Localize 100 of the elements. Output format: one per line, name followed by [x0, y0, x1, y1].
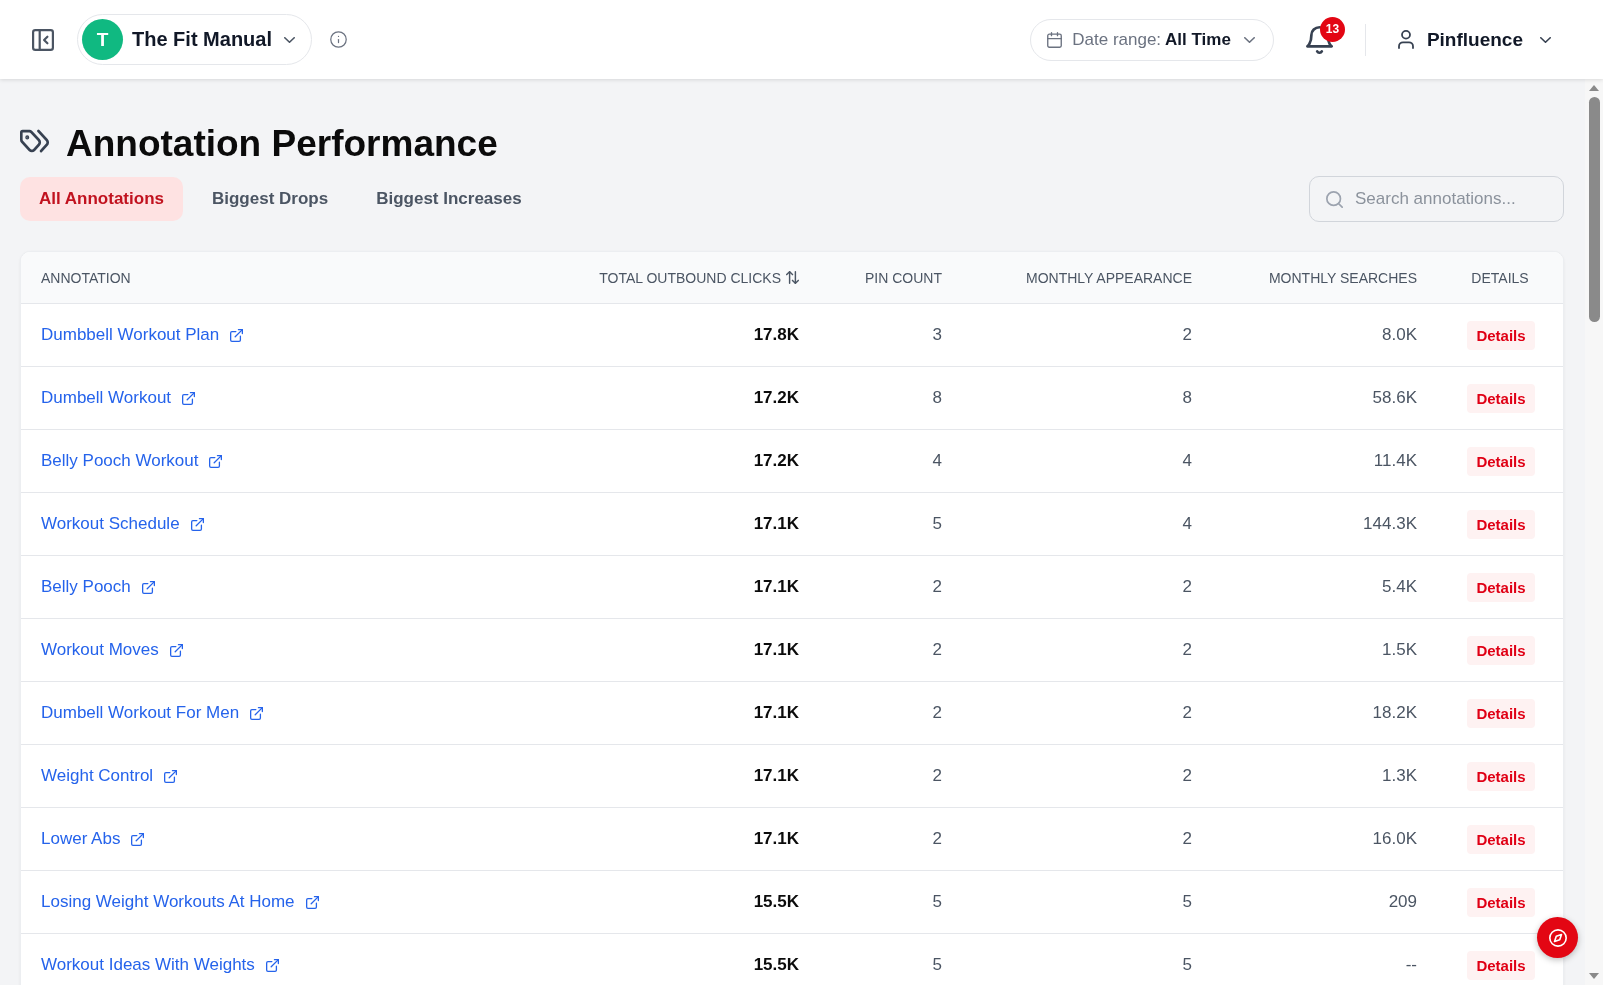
table-cell: 17.1K	[753, 703, 799, 723]
table-cell: 17.8K	[753, 325, 799, 345]
table-cell: 3	[932, 325, 942, 345]
external-link-icon[interactable]	[250, 706, 264, 720]
table-cell: 17.2K	[753, 451, 799, 471]
table-cell: 58.6K	[1372, 388, 1417, 408]
table-cell: 4	[1182, 451, 1192, 471]
table-cell: 2	[1182, 325, 1192, 345]
external-link-icon[interactable]	[265, 958, 279, 972]
chevron-down-icon[interactable]	[1540, 36, 1551, 43]
external-link-icon[interactable]	[209, 454, 223, 468]
table-cell: 18.2K	[1372, 703, 1417, 723]
annotation-link[interactable]: Dumbell Workout	[41, 388, 196, 408]
table-cell: 17.1K	[753, 766, 799, 786]
user-icon	[1397, 30, 1414, 49]
table-cell: --	[1405, 955, 1417, 975]
external-link-icon[interactable]	[169, 643, 183, 657]
workspace-selector[interactable]: T The Fit Manual	[77, 14, 312, 65]
annotation-link[interactable]: Belly Pooch	[41, 577, 155, 597]
column-header: DETAILS	[1471, 269, 1529, 286]
details-button[interactable]: Details	[1467, 320, 1535, 350]
info-icon[interactable]	[330, 31, 347, 48]
column-header[interactable]: TOTAL OUTBOUND CLICKS	[599, 269, 799, 286]
external-link-icon[interactable]	[230, 328, 244, 342]
tab[interactable]: Biggest Drops	[192, 177, 348, 221]
details-button[interactable]: Details	[1467, 509, 1535, 539]
external-link-icon[interactable]	[141, 580, 155, 594]
table-cell: 16.0K	[1372, 829, 1417, 849]
annotation-link[interactable]: Losing Weight Workouts At Home	[41, 892, 319, 912]
table-cell: 2	[1182, 766, 1192, 786]
sidebar-toggle-icon[interactable]	[32, 28, 54, 51]
table-cell: 2	[932, 703, 942, 723]
table-cell: 2	[932, 829, 942, 849]
table-cell: 2	[1182, 640, 1192, 660]
annotation-link[interactable]: Dumbbell Workout Plan	[41, 325, 244, 345]
table-cell: 15.5K	[753, 892, 799, 912]
table-cell: 17.1K	[753, 640, 799, 660]
search-field[interactable]: Search annotations...	[1309, 176, 1564, 222]
tags-icon	[20, 129, 49, 153]
date-range-selector[interactable]: Date range: All Time	[1030, 18, 1274, 61]
column-header: PIN COUNT	[865, 269, 942, 286]
table-cell: 5	[1182, 892, 1192, 912]
table-cell: 17.1K	[753, 577, 799, 597]
tab[interactable]: All Annotations	[20, 177, 183, 221]
column-header: ANNOTATION	[41, 269, 131, 286]
annotation-link[interactable]: Workout Moves	[41, 640, 183, 660]
table-cell: 8.0K	[1382, 325, 1417, 345]
external-link-icon[interactable]	[164, 769, 178, 783]
details-button[interactable]: Details	[1467, 887, 1535, 917]
annotation-link[interactable]: Workout Ideas With Weights	[41, 955, 279, 975]
table-cell: 5.4K	[1382, 577, 1417, 597]
details-button[interactable]: Details	[1467, 698, 1535, 728]
table-cell: 17.1K	[753, 829, 799, 849]
table-cell: 17.2K	[753, 388, 799, 408]
external-link-icon[interactable]	[182, 391, 196, 405]
chevron-down-icon[interactable]	[284, 36, 295, 43]
details-button[interactable]: Details	[1467, 761, 1535, 791]
table-cell: 144.3K	[1363, 514, 1417, 534]
table-cell: 2	[932, 640, 942, 660]
scroll-up-arrow-icon[interactable]	[1589, 85, 1599, 91]
table-cell: 2	[1182, 703, 1192, 723]
details-button[interactable]: Details	[1467, 950, 1535, 980]
chevron-down-icon[interactable]	[1243, 36, 1255, 43]
table-cell: 5	[932, 892, 942, 912]
table-cell: 8	[1182, 388, 1192, 408]
annotation-link[interactable]: Dumbell Workout For Men	[41, 703, 264, 723]
details-button[interactable]: Details	[1467, 446, 1535, 476]
workspace-avatar: T	[82, 19, 123, 60]
user-menu-button[interactable]: Pinfluence	[1397, 28, 1551, 51]
calendar-icon	[1047, 31, 1063, 48]
search-icon	[1326, 191, 1343, 208]
table-cell: 4	[1182, 514, 1192, 534]
table-cell: 1.5K	[1382, 640, 1417, 660]
tab[interactable]: Biggest Increases	[357, 177, 541, 221]
column-header: MONTHLY SEARCHES	[1268, 269, 1417, 286]
table-cell: 2	[932, 577, 942, 597]
column-header: MONTHLY APPEARANCE	[1026, 269, 1192, 286]
details-button[interactable]: Details	[1467, 635, 1535, 665]
annotation-link[interactable]: Weight Control	[41, 766, 178, 786]
annotation-link[interactable]: Lower Abs	[41, 829, 145, 849]
table-cell: 2	[1182, 577, 1192, 597]
external-link-icon[interactable]	[190, 517, 204, 531]
details-button[interactable]: Details	[1467, 383, 1535, 413]
scrollbar[interactable]	[1585, 79, 1603, 985]
table-cell: 17.1K	[753, 514, 799, 534]
sort-icon[interactable]	[786, 271, 799, 284]
notification-count-badge: 13	[1319, 16, 1345, 42]
annotation-link[interactable]: Workout Schedule	[41, 514, 204, 534]
table-cell: 5	[932, 514, 942, 534]
details-button[interactable]: Details	[1467, 824, 1535, 854]
table-cell: 1.3K	[1382, 766, 1417, 786]
external-link-icon[interactable]	[131, 832, 145, 846]
table-cell: 209	[1388, 892, 1417, 912]
annotation-link[interactable]: Belly Pooch Workout	[41, 451, 223, 471]
scrollbar-thumb[interactable]	[1588, 97, 1600, 322]
external-link-icon[interactable]	[305, 895, 319, 909]
scroll-down-arrow-icon[interactable]	[1589, 973, 1599, 979]
page-title: Annotation Performance	[66, 123, 498, 165]
details-button[interactable]: Details	[1467, 572, 1535, 602]
compass-icon[interactable]	[1548, 928, 1567, 947]
